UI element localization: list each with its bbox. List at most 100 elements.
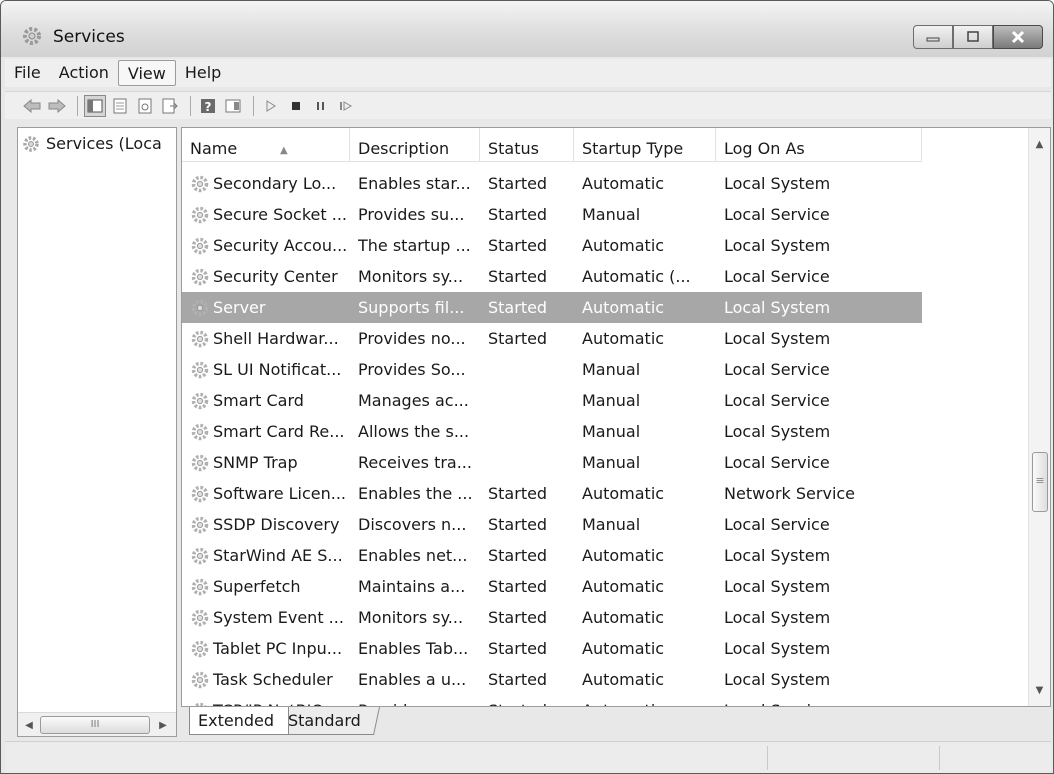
cell-log-on-as: Local System bbox=[724, 329, 831, 348]
pause-service-icon bbox=[317, 101, 324, 110]
scroll-left-icon[interactable]: ◀ bbox=[22, 718, 36, 732]
gear-icon bbox=[191, 299, 209, 316]
console-tree: Services (Loca ◀ III ▶ bbox=[17, 127, 177, 737]
export-list-button[interactable] bbox=[159, 95, 181, 117]
column-header-status[interactable]: Status bbox=[480, 128, 574, 162]
forward-icon bbox=[48, 98, 66, 113]
scroll-right-icon[interactable]: ▶ bbox=[156, 718, 170, 732]
help-button[interactable]: ? bbox=[197, 95, 219, 117]
table-row[interactable]: System Event ... Monitors sy... Started Aut… bbox=[182, 602, 922, 633]
cell-name: Superfetch bbox=[190, 571, 358, 602]
table-row[interactable]: TCP/IP NetBIO...Provides su...StartedAut… bbox=[182, 695, 922, 706]
export-list-icon bbox=[162, 98, 178, 113]
column-header-description[interactable]: Description bbox=[350, 128, 480, 162]
cell-status: Started bbox=[488, 515, 548, 534]
gear-icon bbox=[23, 135, 39, 152]
close-button[interactable] bbox=[993, 25, 1043, 49]
column-header-startup-type[interactable]: Startup Type bbox=[574, 128, 716, 162]
cell-status bbox=[488, 354, 582, 385]
cell-name: StarWind AE S... bbox=[190, 540, 358, 571]
cell-status: Started bbox=[488, 546, 548, 565]
cell-name: Tablet PC Inpu... bbox=[190, 633, 358, 664]
menu-action[interactable]: Action bbox=[50, 60, 118, 86]
stop-service-button[interactable] bbox=[285, 95, 307, 117]
table-row[interactable]: SSDP Discovery Discovers n... Started Manua… bbox=[182, 509, 922, 540]
table-row[interactable]: Security Accou... The startup ... Started A… bbox=[182, 230, 922, 261]
table-row[interactable]: SNMP Trap Receives tra... Manual Local Serv… bbox=[182, 447, 922, 478]
cell-description: Enables Tab... bbox=[358, 639, 469, 658]
cell-startup-type: Automatic bbox=[582, 236, 665, 255]
table-row[interactable]: Task Scheduler Enables a u... Started Autom… bbox=[182, 664, 922, 695]
cell-log-on-as: Local Service bbox=[724, 267, 830, 286]
cell-startup-type: Automatic bbox=[582, 608, 665, 627]
scroll-up-icon[interactable]: ▲ bbox=[1029, 132, 1050, 156]
cell-description: Provides So... bbox=[358, 360, 466, 379]
cell-description: Maintains a... bbox=[358, 577, 466, 596]
tab-extended[interactable]: Extended bbox=[189, 707, 289, 735]
title-bar[interactable]: Services bbox=[1, 1, 1053, 57]
maximize-button[interactable] bbox=[953, 25, 993, 49]
table-row[interactable]: Smart Card Manages ac... Manual Local Servi… bbox=[182, 385, 922, 416]
show-hide-console-tree-button[interactable] bbox=[84, 94, 106, 117]
table-row[interactable]: Smart Card Re... Allows the s... Manual Loc… bbox=[182, 416, 922, 447]
status-divider bbox=[939, 746, 940, 770]
menu-help[interactable]: Help bbox=[176, 60, 230, 86]
tree-horizontal-scrollbar[interactable]: ◀ III ▶ bbox=[18, 712, 176, 736]
action-pane-button[interactable] bbox=[222, 95, 244, 117]
cell-log-on-as: Local System bbox=[724, 608, 831, 627]
gear-icon bbox=[191, 206, 209, 223]
table-row[interactable]: StarWind AE S... Enables net... Started Aut… bbox=[182, 540, 922, 571]
scrollbar-thumb[interactable]: ≡ bbox=[1032, 452, 1048, 512]
cell-status: Started bbox=[488, 205, 548, 224]
menu-file[interactable]: File bbox=[5, 60, 50, 86]
column-header-log-on-as[interactable]: Log On As bbox=[716, 128, 922, 162]
table-row[interactable]: Secondary Lo... Enables star... Started Aut… bbox=[182, 168, 922, 199]
column-header-name[interactable]: ▲ Name bbox=[182, 128, 350, 162]
cell-name: TCP/IP NetBIO... bbox=[190, 695, 358, 706]
gear-icon bbox=[191, 330, 209, 347]
cell-description: Supports fil... bbox=[358, 298, 465, 317]
table-row[interactable]: Shell Hardwar... Provides no... Started Aut… bbox=[182, 323, 922, 354]
cell-log-on-as: Local Service bbox=[724, 360, 830, 379]
cell-status: Started bbox=[488, 484, 548, 503]
refresh-button[interactable] bbox=[134, 95, 156, 117]
minimize-button[interactable] bbox=[913, 25, 953, 49]
resume-service-button[interactable] bbox=[335, 95, 357, 117]
table-row[interactable]: Security Center Monitors sy... Started Auto… bbox=[182, 261, 922, 292]
gear-icon bbox=[191, 671, 209, 688]
forward-button[interactable] bbox=[46, 95, 68, 117]
table-row[interactable]: Server Supports fil... Started Automatic Loc… bbox=[182, 292, 922, 323]
view-tabs: Standard Extended bbox=[181, 707, 1051, 737]
table-row[interactable]: Superfetch Maintains a... Started Automatic… bbox=[182, 571, 922, 602]
close-icon bbox=[1011, 30, 1025, 44]
scrollbar-thumb[interactable]: III bbox=[40, 716, 150, 734]
pause-service-button[interactable] bbox=[310, 95, 332, 117]
table-row[interactable]: Secure Socket ... Provides su... Started Ma… bbox=[182, 199, 922, 230]
list-vertical-scrollbar[interactable]: ▲ ≡ ▼ bbox=[1028, 128, 1050, 706]
toolbar: ? bbox=[5, 91, 1051, 119]
tree-item-services-local[interactable]: Services (Loca bbox=[22, 134, 162, 153]
menu-view[interactable]: View bbox=[117, 60, 176, 86]
tab-standard[interactable]: Standard bbox=[276, 707, 380, 735]
cell-description: Provides no... bbox=[358, 329, 466, 348]
cell-status: Started bbox=[488, 577, 548, 596]
cell-name: Software Licen... bbox=[190, 478, 358, 509]
back-button[interactable] bbox=[21, 95, 43, 117]
properties-button[interactable] bbox=[109, 95, 131, 117]
cell-description: The startup ... bbox=[358, 236, 471, 255]
table-row[interactable]: SL UI Notificat... Provides So... Manual Lo… bbox=[182, 354, 922, 385]
cell-startup-type: Automatic bbox=[582, 484, 665, 503]
cell-log-on-as: Local System bbox=[724, 298, 831, 317]
cell-startup-type: Manual bbox=[582, 515, 641, 534]
properties-icon bbox=[113, 98, 127, 113]
start-service-button[interactable] bbox=[260, 95, 282, 117]
gear-icon bbox=[191, 392, 209, 409]
table-row[interactable]: Tablet PC Inpu... Enables Tab... Started Au… bbox=[182, 633, 922, 664]
cell-startup-type: Manual bbox=[582, 422, 641, 441]
toolbar-separator bbox=[77, 95, 78, 116]
scroll-down-icon[interactable]: ▼ bbox=[1029, 678, 1050, 702]
table-row[interactable]: Software Licen... Enables the ... Started A… bbox=[182, 478, 922, 509]
cell-name: Shell Hardwar... bbox=[190, 323, 358, 354]
cell-name: Security Accou... bbox=[190, 230, 358, 261]
show-hide-console-tree-icon bbox=[87, 99, 103, 112]
